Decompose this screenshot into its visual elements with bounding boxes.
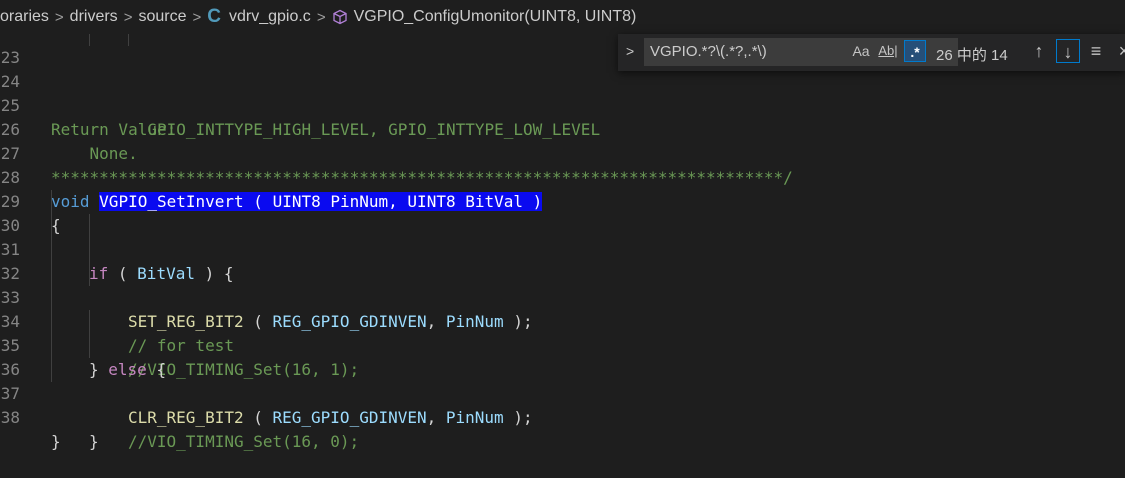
find-in-selection-button[interactable]: ≡ xyxy=(1084,39,1108,63)
chevron-right-icon: > xyxy=(54,8,64,26)
code-line[interactable]: 29 { xyxy=(0,166,1125,235)
c-language-icon: C xyxy=(207,6,221,27)
chevron-right-icon: > xyxy=(123,8,133,26)
breadcrumb: oraries > drivers > source > C vdrv_gpio… xyxy=(0,0,1125,34)
code-line[interactable]: 36 //VIO_TIMING_Set(16, 0); xyxy=(0,334,1125,451)
code-punct: ); xyxy=(503,408,533,427)
indent-guide xyxy=(51,214,52,238)
code-line[interactable]: 37 } xyxy=(0,358,1125,451)
indent-guide xyxy=(89,214,90,238)
code-line[interactable]: 26 None. xyxy=(0,94,1125,163)
next-match-button[interactable]: ↓ xyxy=(1056,39,1080,63)
code-text: //VIO_TIMING_Set(16, 0); xyxy=(128,432,360,451)
chevron-right-icon: > xyxy=(316,8,326,26)
breadcrumb-item-symbol[interactable]: VGPIO_ConfigUmonitor(UINT8, UINT8) xyxy=(354,8,637,26)
match-count: 26 中的 14 xyxy=(936,47,1008,64)
indent-guide xyxy=(51,286,52,310)
code-line[interactable]: 31 SET_REG_BIT2 ( REG_GPIO_GDINVEN, PinN… xyxy=(0,214,1125,331)
code-line[interactable]: 32 // for test xyxy=(0,238,1125,355)
code-line[interactable]: 34 } else { xyxy=(0,286,1125,379)
code-line[interactable]: 35 CLR_REG_BIT2 ( REG_GPIO_GDINVEN, PinN… xyxy=(0,310,1125,427)
breadcrumb-item-source[interactable]: source xyxy=(138,8,186,26)
find-widget: > VGPIO.*?\(.*?,.*\) Aa Ab| .* 26 中的 14 … xyxy=(618,34,1125,71)
indent-guide xyxy=(89,262,90,286)
cube-method-icon xyxy=(332,9,347,25)
code-line[interactable]: 38 } xyxy=(0,382,1125,451)
code-text: CLR_REG_BIT2 ( REG_GPIO_GDINVEN, PinNum … xyxy=(128,406,533,430)
code-text: } xyxy=(89,432,99,451)
find-input-value: VGPIO.*?\(.*?,.*\) xyxy=(650,43,767,60)
code-line[interactable]: 27 *************************************… xyxy=(0,118,1125,187)
code-editor[interactable]: 23 GPIO_INTTYPE_HIGH_LEVEL, GPIO_INTTYPE… xyxy=(0,22,1125,451)
breadcrumb-item-file[interactable]: vdrv_gpio.c xyxy=(229,8,311,26)
code-punct: , xyxy=(426,408,446,427)
code-line[interactable]: 28 void VGPIO_SetInvert ( UINT8 PinNum, … xyxy=(0,142,1125,211)
code-line[interactable]: 25 Return Value: xyxy=(0,70,1125,139)
indent-guide xyxy=(51,238,52,262)
indent-guide xyxy=(89,238,90,262)
indent-guide xyxy=(51,358,52,382)
previous-match-button[interactable]: ↑ xyxy=(1027,39,1051,63)
code-line[interactable]: 33 //VIO_TIMING_Set(16, 1); xyxy=(0,262,1125,379)
code-text: } xyxy=(51,432,61,451)
indent-guide xyxy=(51,262,52,286)
match-case-button[interactable]: Aa xyxy=(850,40,872,62)
macro-reg-gpio-gdinven: REG_GPIO_GDINVEN xyxy=(272,408,427,427)
code-line[interactable]: 30 if ( BitVal ) { xyxy=(0,190,1125,283)
function-clr-reg-bit2: CLR_REG_BIT2 xyxy=(128,408,244,427)
variable-pinnum: PinNum xyxy=(445,408,504,427)
indent-guide xyxy=(51,334,52,358)
indent-guide xyxy=(89,310,90,334)
close-find-button[interactable]: × xyxy=(1112,39,1125,63)
toggle-replace-button[interactable]: > xyxy=(626,43,634,59)
indent-guide xyxy=(51,190,52,214)
line-number: 38 xyxy=(0,408,20,427)
indent-guide xyxy=(89,334,90,358)
breadcrumb-item-drivers[interactable]: drivers xyxy=(70,8,118,26)
chevron-right-icon: > xyxy=(192,8,202,26)
use-regex-button[interactable]: .* xyxy=(904,40,926,62)
code-punct: ( xyxy=(243,408,273,427)
indent-guide xyxy=(51,310,52,334)
match-whole-word-button[interactable]: Ab| xyxy=(877,40,899,62)
breadcrumb-item-libraries[interactable]: oraries xyxy=(0,8,49,26)
